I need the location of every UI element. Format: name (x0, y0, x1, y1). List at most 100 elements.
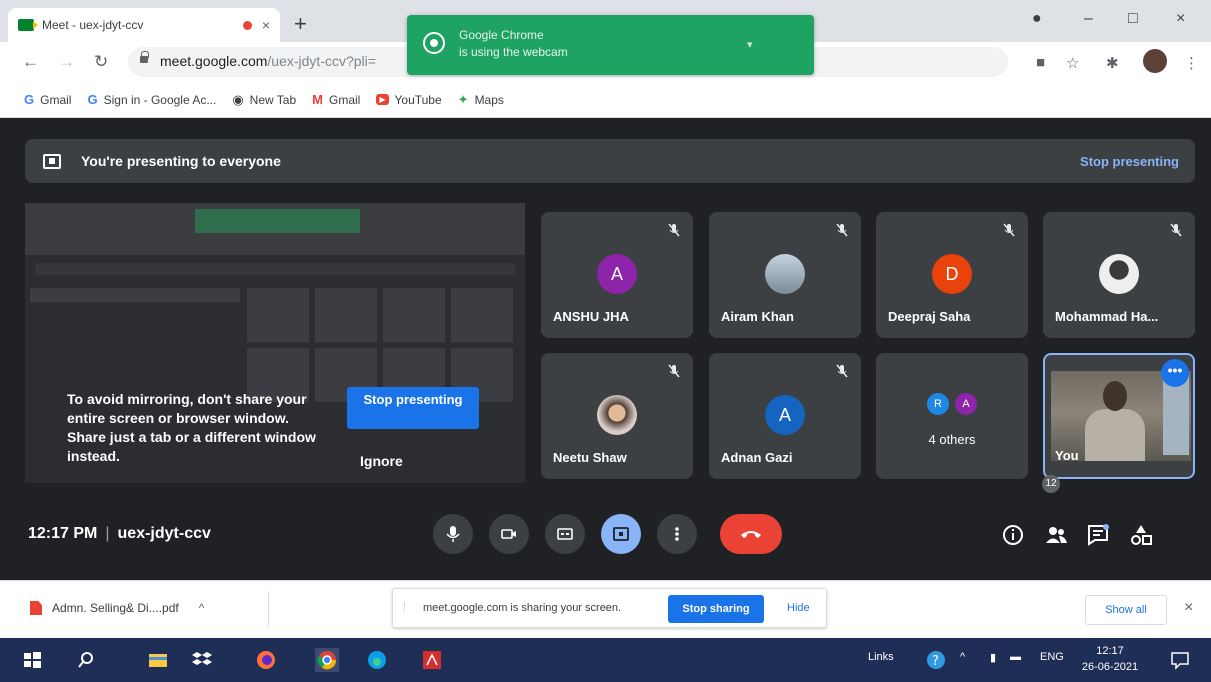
globe-icon: ◉ (232, 91, 244, 107)
new-tab-button[interactable]: + (294, 11, 307, 37)
bookmark-gmail-2[interactable]: M Gmail (312, 92, 360, 107)
participant-tile[interactable]: Mohammad Ha... (1043, 212, 1195, 338)
dropbox-icon[interactable] (190, 648, 214, 672)
download-file-name: Admn. Selling& Di....pdf (52, 601, 179, 615)
windows-start-icon[interactable] (20, 648, 44, 672)
participant-tile[interactable]: Neetu Shaw (541, 353, 693, 479)
clock-date: 26-06-2021 (1081, 661, 1139, 673)
notification-icon[interactable] (1168, 648, 1192, 672)
participant-tile[interactable]: Airam Khan (709, 212, 861, 338)
search-icon[interactable] (74, 648, 98, 672)
activities-icon[interactable] (1128, 522, 1154, 548)
camera-icon[interactable]: ■ (1036, 54, 1045, 71)
drag-handle-icon[interactable]: ⁞ (403, 601, 406, 613)
bookmark-label: YouTube (394, 92, 442, 107)
participant-tile[interactable]: A Adnan Gazi (709, 353, 861, 479)
windows-taskbar: Links ? ^ ▮ ▬ ENG 12:17 26-06-2021 (0, 638, 1211, 682)
links-toolbar[interactable]: Links (868, 651, 894, 663)
toast-title: Google Chrome (459, 28, 544, 42)
avatar: A (597, 254, 637, 294)
bookmark-google-signin[interactable]: G Sign in - Google Ac... (87, 92, 216, 107)
battery-icon[interactable]: ▬ (1010, 651, 1021, 663)
download-item[interactable]: Admn. Selling& Di....pdf ^ (30, 601, 204, 615)
present-button[interactable] (601, 514, 641, 554)
chevron-up-icon[interactable]: ^ (199, 601, 205, 615)
extensions-icon[interactable]: ✱ (1106, 54, 1119, 72)
webcam-icon (423, 32, 445, 54)
ignore-button[interactable]: Ignore (360, 453, 403, 469)
reload-icon[interactable]: ↻ (94, 52, 108, 72)
meeting-controls: 12:17 PM | uex-jdyt-ccv (0, 500, 1211, 576)
bookmark-new-tab[interactable]: ◉ New Tab (232, 92, 296, 108)
edge-icon[interactable] (365, 648, 389, 672)
preview-toast (195, 209, 360, 233)
screen-sharing-notice: ⁞ meet.google.com is sharing your screen… (392, 588, 827, 628)
meeting-code: uex-jdyt-ccv (117, 525, 211, 542)
microphone-button[interactable] (433, 514, 473, 554)
firefox-icon[interactable] (254, 648, 278, 672)
tab-meet[interactable]: Meet - uex-jdyt-ccv × (8, 8, 280, 42)
minimize-button[interactable]: – (1084, 10, 1093, 28)
mic-off-icon (1003, 223, 1015, 237)
menu-kebab-icon[interactable]: ⋮ (1184, 54, 1199, 72)
gmail-icon: M (312, 92, 323, 107)
google-icon: G (24, 92, 35, 107)
maximize-button[interactable]: □ (1128, 10, 1138, 28)
chevron-up-icon[interactable]: ^ (960, 651, 965, 663)
close-window-button[interactable]: × (1176, 10, 1185, 28)
more-options-button[interactable]: ••• (1161, 359, 1189, 387)
leave-call-button[interactable] (720, 514, 782, 554)
tab-close-icon[interactable]: × (262, 17, 270, 33)
webcam-notification: Google Chrome is using the webcam ▾ (407, 15, 814, 75)
toast-subtitle: is using the webcam (459, 45, 568, 59)
avatar: A (955, 393, 977, 415)
profile-avatar[interactable] (1143, 49, 1167, 73)
participant-tile[interactable]: D Deepraj Saha (876, 212, 1028, 338)
info-icon[interactable] (1000, 522, 1026, 548)
star-icon[interactable]: ☆ (1066, 54, 1079, 72)
people-count-badge: 12 (1042, 475, 1060, 493)
hide-button[interactable]: Hide (787, 602, 810, 614)
others-tile[interactable]: R A 4 others (876, 353, 1028, 479)
present-screen-icon (43, 153, 61, 169)
acrobat-icon[interactable] (420, 648, 444, 672)
presenting-text: You're presenting to everyone (81, 153, 281, 169)
forward-arrow-icon[interactable]: → (58, 52, 75, 72)
show-all-button[interactable]: Show all (1085, 595, 1167, 625)
captions-button[interactable] (545, 514, 585, 554)
bookmark-youtube[interactable]: ▶ YouTube (376, 92, 442, 107)
more-options-button[interactable] (657, 514, 697, 554)
people-icon[interactable] (1043, 522, 1069, 548)
help-icon[interactable]: ? (924, 648, 948, 672)
kebab-icon (675, 527, 679, 541)
file-explorer-icon[interactable] (146, 648, 170, 672)
avatar (597, 395, 637, 435)
stop-presenting-link[interactable]: Stop presenting (1080, 154, 1179, 169)
preview-tile (383, 288, 445, 342)
self-tile[interactable]: ••• You (1043, 353, 1195, 479)
chrome-menu-dot-icon[interactable]: ● (1032, 10, 1042, 28)
chevron-down-icon[interactable]: ▾ (747, 37, 753, 54)
network-icon[interactable]: ▮ (990, 651, 996, 664)
participant-name: Neetu Shaw (553, 450, 627, 465)
participant-name: Adnan Gazi (721, 450, 793, 465)
preview-tile (451, 288, 513, 342)
participant-tile[interactable]: A ANSHU JHA (541, 212, 693, 338)
self-label: You (1055, 448, 1079, 463)
maps-icon: ✦ (457, 91, 469, 107)
bookmark-label: Maps (474, 92, 504, 107)
chrome-icon[interactable] (315, 648, 339, 672)
bookmark-gmail[interactable]: G Gmail (24, 92, 71, 107)
system-clock[interactable]: 12:17 26-06-2021 (1080, 643, 1140, 675)
participant-name: ANSHU JHA (553, 309, 629, 324)
sharing-notice-text: meet.google.com is sharing your screen. (423, 602, 622, 614)
close-download-bar-icon[interactable]: × (1184, 599, 1193, 617)
back-arrow-icon[interactable]: ← (22, 52, 39, 72)
stop-presenting-button[interactable]: Stop presenting (347, 387, 479, 429)
language-indicator[interactable]: ENG (1040, 651, 1064, 663)
camera-button[interactable] (489, 514, 529, 554)
bookmark-maps[interactable]: ✦ Maps (458, 92, 504, 108)
chat-icon[interactable] (1085, 522, 1111, 548)
stop-sharing-button[interactable]: Stop sharing (668, 595, 764, 623)
preview-browser-chrome (25, 203, 525, 255)
